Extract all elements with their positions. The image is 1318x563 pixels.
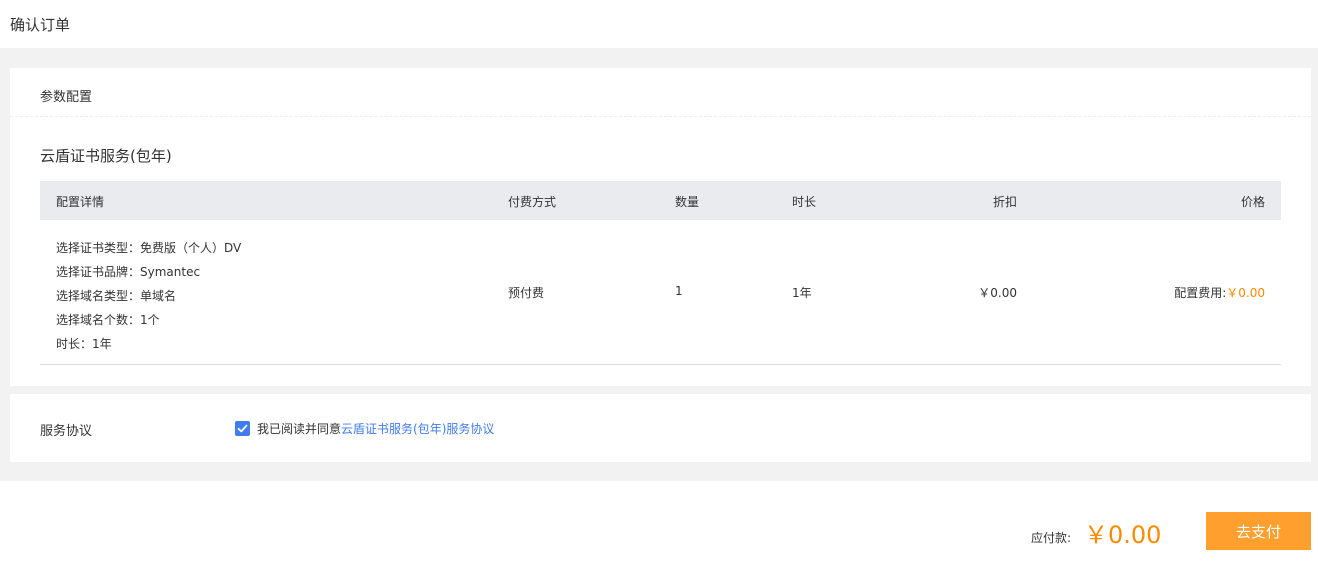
column-header-price: 价格 [1240, 195, 1265, 209]
agreement-text: 我已阅读并同意 [257, 422, 342, 436]
page-title: 确认订单 [10, 16, 71, 34]
section-title: 参数配置 [40, 90, 93, 105]
pay-button[interactable]: 去支付 [1206, 512, 1311, 550]
agreement-row: 我已阅读并同意 云盾证书服务(包年)服务协议 [235, 420, 494, 437]
agreement-link[interactable]: 云盾证书服务(包年)服务协议 [341, 420, 494, 437]
column-header-duration: 时长 [792, 195, 817, 209]
discount-value: ￥0.00 [978, 286, 1017, 300]
table-header: 配置详情 付费方式 数量 时长 折扣 价格 [40, 181, 1281, 220]
column-header-details: 配置详情 [56, 195, 105, 209]
detail-line: 选择域名个数：1个 [56, 313, 160, 327]
product-name: 云盾证书服务(包年) [40, 147, 172, 165]
amount-due-value: ￥0.00 [1084, 521, 1162, 549]
config-details: 选择证书类型：免费版（个人）DV 选择证书品牌：Symantec 选择域名类型：… [56, 236, 241, 356]
config-card: 参数配置 云盾证书服务(包年) 配置详情 付费方式 数量 时长 折扣 价格 选择… [10, 68, 1311, 386]
column-header-discount: 折扣 [992, 195, 1017, 209]
agreement-card: 服务协议 我已阅读并同意 云盾证书服务(包年)服务协议 [10, 394, 1311, 462]
price-value: ￥0.00 [1226, 286, 1265, 300]
detail-line: 选择证书品牌：Symantec [56, 265, 201, 279]
check-icon [237, 424, 248, 433]
price-label: 配置费用: [1174, 286, 1227, 300]
amount-due-label: 应付款: [1031, 531, 1072, 545]
column-header-quantity: 数量 [675, 195, 700, 209]
quantity-value: 1 [675, 284, 683, 298]
payment-method: 预付费 [508, 286, 545, 300]
order-table: 配置详情 付费方式 数量 时长 折扣 价格 选择证书类型：免费版（个人）DV 选… [40, 181, 1281, 365]
page-header: 确认订单 [0, 0, 1318, 48]
detail-line: 选择域名类型：单域名 [56, 289, 177, 303]
duration-value: 1年 [792, 286, 812, 300]
detail-line: 时长：1年 [56, 337, 112, 351]
column-header-payment: 付费方式 [508, 195, 557, 209]
price-cell: 配置费用:￥0.00 [1174, 284, 1265, 301]
table-row: 选择证书类型：免费版（个人）DV 选择证书品牌：Symantec 选择域名类型：… [40, 220, 1281, 365]
payment-bar: 应付款: ￥0.00 去支付 [0, 481, 1318, 563]
agreement-label: 服务协议 [40, 424, 93, 439]
agreement-checkbox[interactable] [235, 421, 250, 436]
section-divider [10, 116, 1311, 117]
detail-line: 选择证书类型：免费版（个人）DV [56, 241, 242, 255]
